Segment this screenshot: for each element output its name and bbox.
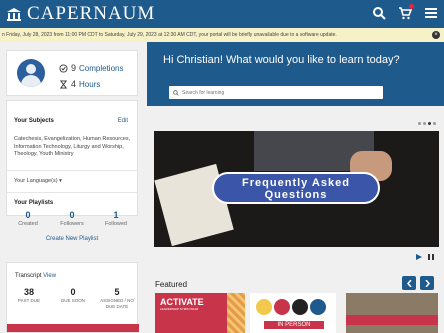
carousel-dot[interactable] bbox=[433, 122, 436, 125]
stat-label: Created bbox=[18, 221, 38, 227]
featured-card-activate[interactable]: ACTIVATE LEADERSHIP SYMPOSIUM bbox=[155, 293, 245, 333]
hero-section: Hi Christian! What would you like to lea… bbox=[147, 42, 444, 106]
stat-value: 1 bbox=[113, 210, 119, 220]
carousel-dot[interactable] bbox=[423, 122, 426, 125]
completions-label: Completions bbox=[79, 63, 124, 73]
faq-badge: Frequently Asked Questions bbox=[212, 172, 380, 204]
play-icon[interactable] bbox=[416, 254, 422, 260]
faq-text: Frequently Asked Questions bbox=[242, 177, 350, 201]
chevron-right-icon bbox=[424, 279, 430, 287]
check-circle-icon bbox=[59, 63, 68, 73]
transcript-title: Transcript View bbox=[15, 273, 56, 279]
pause-icon[interactable] bbox=[428, 254, 434, 260]
stat-label: Followed bbox=[104, 221, 127, 227]
lightbulb-icon bbox=[256, 299, 272, 315]
subjects-list: Catechesis, Evangelization, Human Resour… bbox=[14, 136, 131, 157]
transcript-stat-assigned[interactable]: 5 ASSIGNED / NO DUE DATE bbox=[95, 287, 139, 310]
completions-stat[interactable]: 9 Completions bbox=[59, 63, 123, 73]
featured-card-title: ACTIVATE bbox=[160, 297, 204, 307]
chevron-down-icon: ▾ bbox=[59, 178, 62, 184]
cart-button[interactable] bbox=[398, 4, 414, 20]
maintenance-banner: n Friday, July 28, 2023 from 11:00 PM CD… bbox=[0, 28, 444, 42]
transcript-card: Transcript View 38 PAST DUE 0 DUE SOON 5… bbox=[6, 262, 139, 333]
carousel-dot-active[interactable] bbox=[428, 122, 431, 125]
hourglass-icon bbox=[59, 79, 68, 89]
transcript-stats: 38 PAST DUE 0 DUE SOON 5 ASSIGNED / NO D… bbox=[7, 287, 139, 310]
search-bar[interactable] bbox=[169, 86, 383, 99]
stat-value: 0 bbox=[70, 287, 76, 297]
search-icon bbox=[173, 89, 179, 96]
hours-label: Hours bbox=[79, 79, 101, 89]
chevron-left-icon bbox=[406, 279, 412, 287]
subjects-title: Your Subjects bbox=[14, 118, 54, 124]
transcript-footer-bar bbox=[7, 324, 139, 332]
carousel-slide[interactable]: Frequently Asked Questions bbox=[154, 131, 439, 247]
page: CAPERNAUM n Friday, July 28, 2023 from 1… bbox=[0, 0, 444, 333]
featured-card-3[interactable] bbox=[346, 293, 438, 333]
transcript-view-link[interactable]: View bbox=[43, 273, 56, 279]
stat-label: ASSIGNED / NO DUE DATE bbox=[100, 298, 134, 309]
stat-label: PAST DUE bbox=[17, 298, 41, 303]
featured-next-button[interactable] bbox=[420, 276, 434, 290]
featured-card-subtitle: LEADERSHIP SYMPOSIUM bbox=[160, 307, 199, 311]
stat-label: Followers bbox=[60, 221, 84, 227]
create-playlist-link[interactable]: Create New Playlist bbox=[6, 236, 138, 242]
hours-count: 4 bbox=[71, 79, 77, 89]
building-icon bbox=[7, 8, 21, 21]
featured-card-bar bbox=[346, 315, 438, 325]
banner-text: n Friday, July 28, 2023 from 11:00 PM CD… bbox=[2, 32, 337, 38]
brand-logo[interactable]: CAPERNAUM bbox=[6, 3, 155, 25]
header-actions bbox=[372, 4, 438, 20]
hours-stat[interactable]: 4 Hours bbox=[59, 79, 100, 89]
language-label: Your Language(s) bbox=[14, 178, 58, 184]
playlist-stat-followed[interactable]: 1 Followed bbox=[94, 210, 138, 227]
arrow-icon bbox=[310, 299, 326, 315]
featured-card-in-person[interactable]: IN PERSON bbox=[250, 293, 336, 333]
featured-title: Featured bbox=[155, 280, 188, 289]
search-input[interactable] bbox=[182, 89, 372, 96]
stat-value: 5 bbox=[114, 287, 120, 297]
transcript-stat-due-soon[interactable]: 0 DUE SOON bbox=[51, 287, 95, 310]
greeting-title: Hi Christian! What would you like to lea… bbox=[163, 54, 400, 66]
carousel-dot[interactable] bbox=[418, 122, 421, 125]
brand-name: CAPERNAUM bbox=[27, 3, 156, 24]
playlist-stats: 0 Created 0 Followers 1 Followed bbox=[6, 210, 138, 227]
divider bbox=[6, 170, 138, 171]
carousel-controls bbox=[416, 254, 434, 260]
cart-badge bbox=[409, 4, 414, 9]
playlist-stat-created[interactable]: 0 Created bbox=[6, 210, 50, 227]
stat-label: DUE SOON bbox=[60, 298, 85, 303]
close-icon[interactable]: × bbox=[432, 31, 440, 39]
top-navigation-bar: CAPERNAUM bbox=[0, 0, 444, 28]
in-person-label: IN PERSON bbox=[264, 321, 324, 329]
completions-count: 9 bbox=[71, 63, 77, 73]
avatar[interactable] bbox=[17, 59, 45, 87]
search-icon[interactable] bbox=[372, 6, 386, 20]
stat-value: 38 bbox=[23, 287, 34, 297]
left-sidebar: 9 Completions 4 Hours Your Subjects Edit… bbox=[6, 50, 139, 333]
profile-card: 9 Completions 4 Hours bbox=[6, 50, 138, 96]
menu-icon[interactable] bbox=[424, 6, 438, 20]
edit-subjects-link[interactable]: Edit bbox=[118, 118, 128, 124]
cross-icon bbox=[292, 299, 308, 315]
stat-value: 0 bbox=[69, 210, 75, 220]
decorative-stripe bbox=[227, 293, 245, 333]
playlist-stat-followers[interactable]: 0 Followers bbox=[50, 210, 94, 227]
language-selector[interactable]: Your Language(s) ▾ bbox=[14, 178, 62, 184]
carousel-indicators bbox=[418, 122, 436, 125]
transcript-label: Transcript bbox=[15, 273, 42, 279]
heart-icon bbox=[274, 299, 290, 315]
featured-prev-button[interactable] bbox=[402, 276, 416, 290]
playlists-title: Your Playlists bbox=[14, 200, 54, 206]
transcript-stat-past-due[interactable]: 38 PAST DUE bbox=[7, 287, 51, 310]
stat-value: 0 bbox=[25, 210, 31, 220]
